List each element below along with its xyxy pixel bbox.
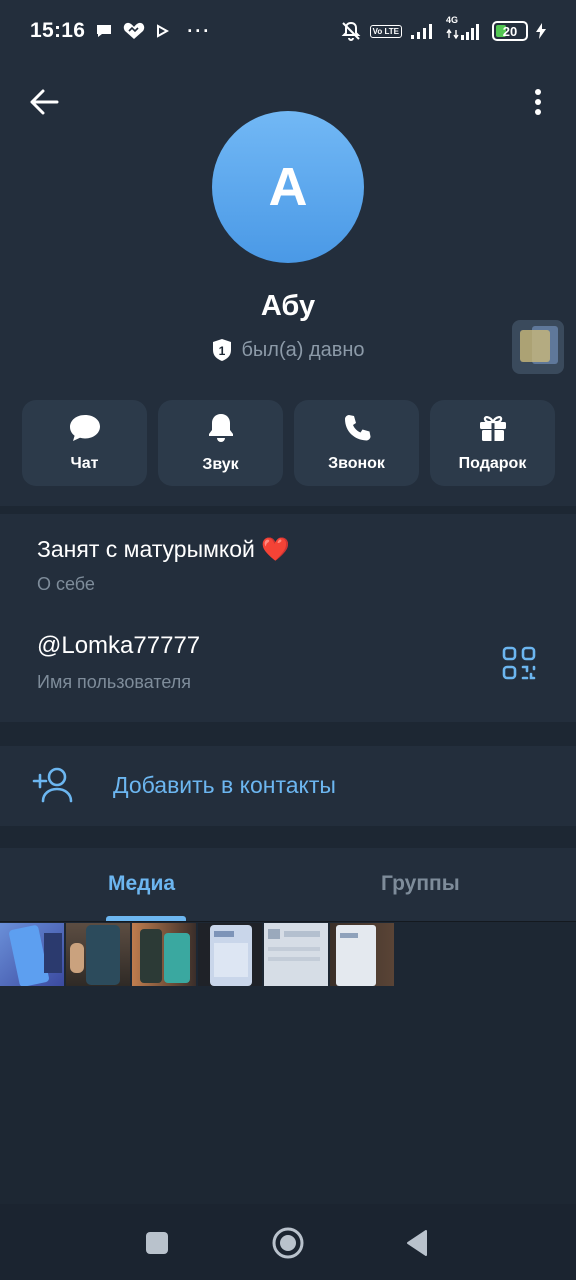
system-nav-bar: [0, 1204, 576, 1280]
media-thumbnail[interactable]: [132, 923, 196, 986]
add-user-icon: [32, 767, 73, 803]
username-label: Имя пользователя: [37, 672, 192, 692]
recent-apps-button[interactable]: [140, 1226, 174, 1260]
signal-icon: [411, 24, 432, 39]
media-thumbnail[interactable]: [264, 923, 328, 986]
info-card: Занят с матурымкой ❤️ О себе @Lomka77777…: [0, 514, 576, 722]
media-thumbnail[interactable]: [66, 923, 130, 986]
bio-label: О себе: [37, 574, 95, 594]
add-contact-label: Добавить в контакты: [113, 772, 336, 798]
status-bar: 15:16 ··· Vo LTE 4G 20: [0, 0, 576, 62]
triangle-back-icon: [407, 1230, 427, 1256]
bell-icon: [208, 414, 233, 442]
last-seen-status: был(а) давно: [241, 338, 365, 361]
media-tabs: Медиа Группы: [0, 848, 576, 922]
chat-button-label: Чат: [70, 455, 99, 472]
charging-bolt-icon: [536, 23, 546, 39]
floating-media-thumbnail[interactable]: [512, 320, 564, 374]
notification-icons: ···: [95, 21, 211, 42]
add-contact-row[interactable]: Добавить в контакты: [0, 746, 576, 826]
call-button[interactable]: Звонок: [294, 400, 419, 486]
avatar[interactable]: A: [212, 111, 364, 263]
phone-icon: [344, 415, 370, 441]
shield-badge-icon: 1: [213, 339, 232, 361]
square-icon: [146, 1232, 168, 1254]
circle-home-icon: [272, 1227, 304, 1259]
username-text[interactable]: @Lomka77777: [37, 632, 200, 660]
chat-notification-icon: [97, 25, 112, 37]
volte-icon: Vo LTE: [369, 24, 402, 38]
call-button-label: Звонок: [328, 455, 385, 472]
gift-button-label: Подарок: [458, 455, 527, 472]
back-button[interactable]: [24, 82, 64, 122]
tab-active-indicator: [106, 916, 186, 921]
more-options-button[interactable]: [520, 82, 556, 122]
heart-notification-icon: [124, 22, 145, 39]
avatar-letter: A: [268, 157, 308, 217]
sound-button[interactable]: Звук: [158, 400, 283, 486]
profile-name: Абу: [260, 290, 316, 322]
media-thumbnail[interactable]: [330, 923, 394, 986]
tab-groups[interactable]: Группы: [381, 872, 460, 896]
kebab-menu-icon: [535, 89, 541, 115]
battery-icon: 20: [492, 21, 528, 41]
back-nav-button[interactable]: [400, 1226, 434, 1260]
media-thumbnail[interactable]: [198, 923, 262, 986]
more-notifications-dots: ···: [187, 20, 212, 41]
qr-code-icon: [502, 646, 536, 680]
home-button[interactable]: [271, 1226, 305, 1260]
qr-code-button[interactable]: [502, 646, 536, 680]
4g-signal-icon: 4G: [444, 15, 484, 41]
tab-media[interactable]: Медиа: [108, 872, 175, 896]
status-row: 1 был(а) давно: [0, 338, 576, 362]
gift-icon: [479, 416, 506, 441]
chat-bubble-icon: [69, 415, 100, 441]
sound-button-label: Звук: [202, 456, 239, 473]
media-thumbnail[interactable]: [0, 923, 64, 986]
action-buttons-row: Чат Звук Звонок Подарок: [22, 400, 555, 486]
play-notification-icon: [157, 24, 170, 38]
media-grid: [0, 923, 576, 986]
chat-button[interactable]: Чат: [22, 400, 147, 486]
system-icons: Vo LTE 4G 20: [340, 15, 546, 42]
profile-header: A Абу 1 был(а) давно Чат Звук Звонок Под…: [0, 62, 576, 506]
svg-text:1: 1: [219, 344, 226, 358]
bell-muted-icon: [341, 21, 361, 41]
gift-button[interactable]: Подарок: [430, 400, 555, 486]
status-time: 15:16: [30, 19, 86, 42]
bio-text[interactable]: Занят с матурымкой ❤️: [37, 536, 290, 563]
arrow-left-icon: [30, 89, 59, 115]
